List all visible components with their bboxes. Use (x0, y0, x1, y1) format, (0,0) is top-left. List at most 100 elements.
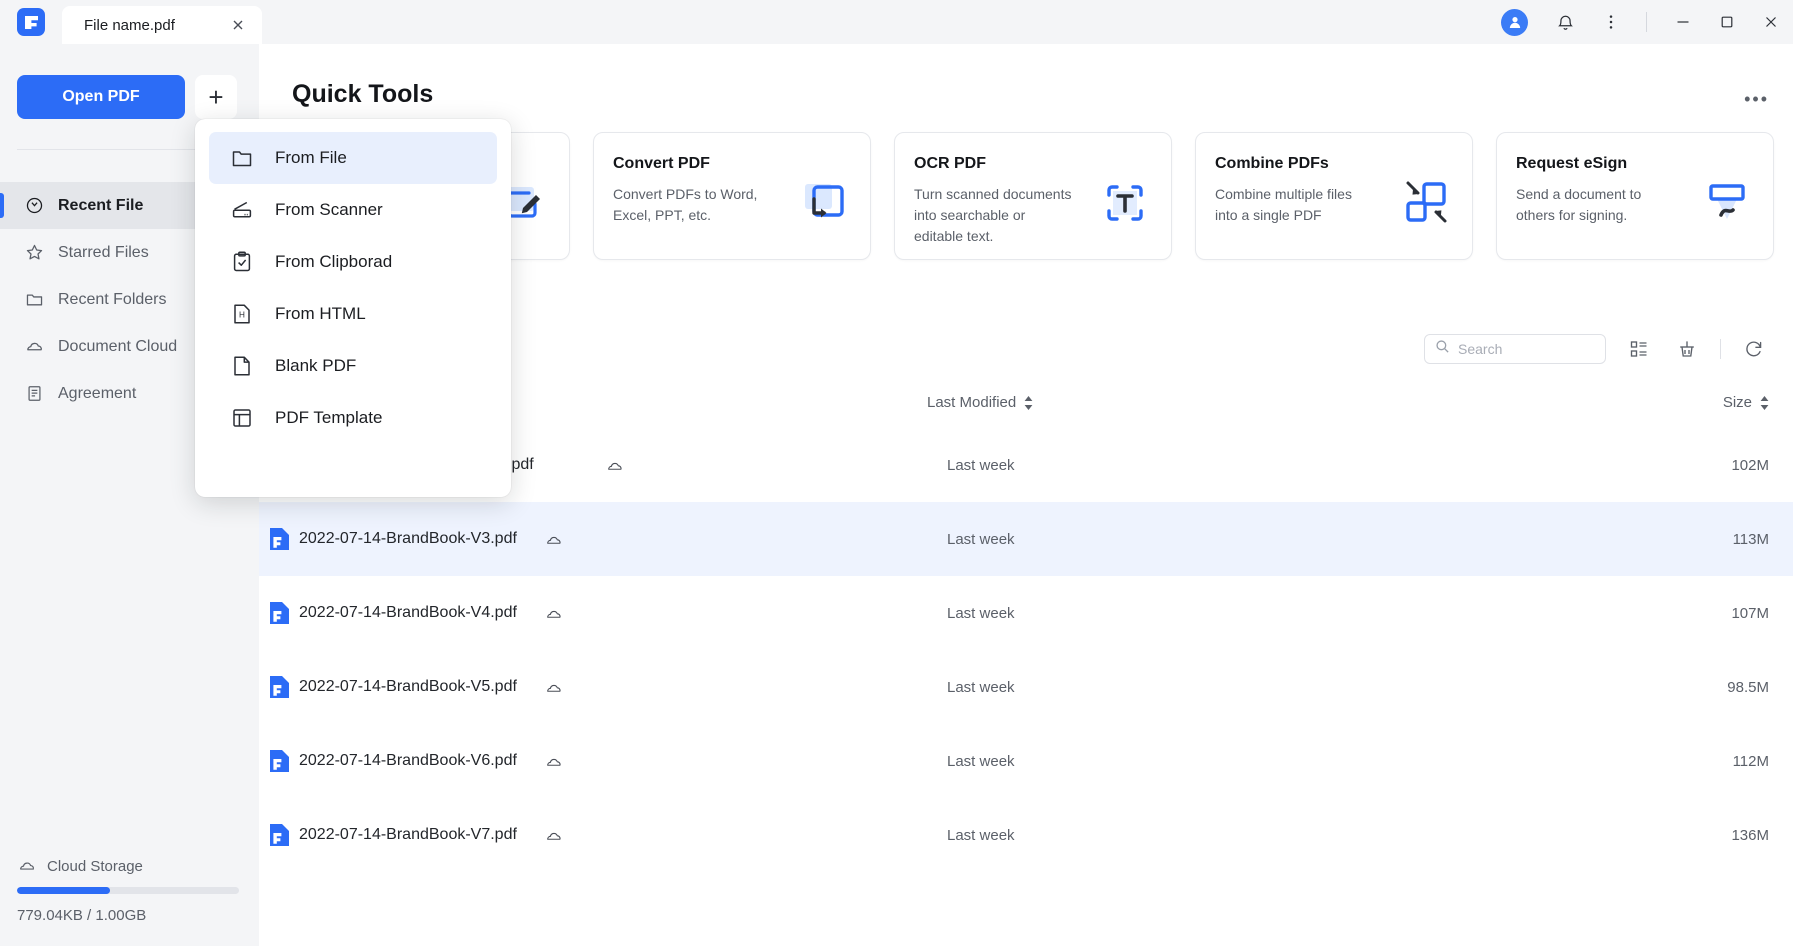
combine-pdfs-icon (1398, 175, 1454, 231)
sort-arrows-icon (1760, 395, 1769, 410)
refresh-icon[interactable] (1739, 334, 1769, 364)
sidebar-item-label: Starred Files (58, 243, 149, 261)
open-pdf-button[interactable]: Open PDF (17, 75, 185, 119)
document-tab[interactable]: File name.pdf (62, 6, 262, 44)
card-title: Convert PDF (613, 155, 710, 172)
menu-item-from-clipboard[interactable]: From Clipborad (209, 236, 497, 288)
quick-tool-card-ocr-pdf[interactable]: OCR PDF Turn scanned documents into sear… (894, 132, 1172, 260)
sidebar-item-label: Recent Folders (58, 290, 167, 308)
table-row[interactable]: 2022-07-14-BrandBook-V6.pdf Last week 11… (259, 724, 1793, 798)
list-view-icon[interactable] (1624, 334, 1654, 364)
pdf-file-icon (270, 750, 289, 772)
quick-tool-card-convert-pdf[interactable]: Convert PDF Convert PDFs to Word, Excel,… (593, 132, 871, 260)
file-last-modified: Last week (947, 752, 1015, 770)
card-title: OCR PDF (914, 155, 986, 172)
card-title: Request eSign (1516, 155, 1628, 172)
column-header-last-modified[interactable]: Last Modified (927, 394, 1033, 411)
cloud-sync-icon (607, 458, 624, 472)
quick-tools-more-icon[interactable]: ••• (1744, 89, 1769, 110)
template-icon (229, 405, 255, 431)
file-size: 102M (1731, 456, 1769, 474)
card-description: Turn scanned documents into searchable o… (914, 186, 1072, 244)
cloud-storage-header[interactable]: Cloud Storage (17, 856, 247, 876)
file-list-toolbar (1424, 334, 1769, 364)
window-close-icon[interactable] (1749, 0, 1793, 44)
menu-item-label: PDF Template (275, 408, 383, 427)
folder-icon (23, 289, 45, 311)
quick-tool-card-combine-pdfs[interactable]: Combine PDFs Combine multiple files into… (1195, 132, 1473, 260)
cloud-storage-label: Cloud Storage (47, 857, 143, 875)
cloud-sync-icon (546, 828, 563, 842)
cloud-icon (17, 856, 37, 876)
notification-bell-icon[interactable] (1550, 7, 1580, 37)
pdf-file-icon (270, 676, 289, 698)
card-description: Combine multiple files into a single PDF (1215, 186, 1352, 223)
menu-item-blank-pdf[interactable]: Blank PDF (209, 340, 497, 392)
file-last-modified: Last week (947, 604, 1015, 622)
html-file-icon: H (229, 301, 255, 327)
sidebar-item-label: Document Cloud (58, 337, 178, 355)
document-lines-icon (23, 383, 45, 405)
create-pdf-dropdown-menu: From File From Scanner From Clipborad H (195, 119, 511, 497)
scanner-icon (229, 197, 255, 223)
column-header-size[interactable]: Size (1723, 394, 1769, 411)
menu-item-from-html[interactable]: H From HTML (209, 288, 497, 340)
cloud-storage-section: Cloud Storage 779.04KB / 1.00GB (17, 856, 247, 924)
menu-item-label: From File (275, 148, 347, 167)
table-row[interactable]: 2022-07-14-BrandBook-V7.pdf Last week 13… (259, 798, 1793, 872)
convert-pdf-icon (796, 175, 852, 231)
sidebar-item-label: Agreement (58, 384, 137, 402)
file-name: 2022-07-14-BrandBook-V3.pdf (299, 530, 517, 547)
table-row[interactable]: 2022-07-14-BrandBook-V5.pdf Last week 98… (259, 650, 1793, 724)
file-last-modified: Last week (947, 678, 1015, 696)
sidebar-item-label: Recent File (58, 196, 144, 214)
file-size: 98.5M (1727, 678, 1769, 696)
file-size: 112M (1732, 752, 1769, 770)
toolbar-divider (1720, 339, 1721, 359)
cloud-sync-icon (546, 754, 563, 768)
file-size: 107M (1731, 604, 1769, 622)
file-last-modified: Last week (947, 530, 1015, 548)
svg-text:H: H (239, 311, 245, 320)
page-title: Quick Tools (292, 80, 434, 108)
cloud-storage-progress-fill (17, 887, 111, 894)
minimize-icon[interactable] (1661, 0, 1705, 44)
ocr-pdf-icon (1097, 175, 1153, 231)
file-last-modified: Last week (947, 456, 1015, 474)
menu-item-from-file[interactable]: From File (209, 132, 497, 184)
add-new-button[interactable]: + (195, 75, 237, 119)
maximize-icon[interactable] (1705, 0, 1749, 44)
cloud-sync-icon (546, 606, 563, 620)
cloud-icon (23, 336, 45, 358)
cloud-sync-icon (546, 532, 563, 546)
table-row[interactable]: 2022-07-14-BrandBook-V4.pdf Last week 10… (259, 576, 1793, 650)
clipboard-check-icon (229, 249, 255, 275)
broom-clean-icon[interactable] (1672, 334, 1702, 364)
menu-item-label: Blank PDF (275, 356, 357, 375)
title-bar: File name.pdf (0, 0, 1793, 44)
card-title: Combine PDFs (1215, 155, 1329, 172)
close-icon[interactable] (230, 17, 246, 33)
menu-item-pdf-template[interactable]: PDF Template (209, 392, 497, 444)
cloud-sync-icon (546, 680, 563, 694)
file-name: 2022-07-14-BrandBook-V5.pdf (299, 678, 517, 695)
quick-tool-card-request-esign[interactable]: Request eSign Send a document to others … (1496, 132, 1774, 260)
blank-page-icon (229, 353, 255, 379)
card-description: Send a document to others for signing. (1516, 186, 1642, 223)
menu-item-label: From Clipborad (275, 252, 393, 271)
app-logo-icon (17, 8, 45, 36)
table-row[interactable]: 2022-07-14-BrandBook-V3.pdf Last week 11… (259, 502, 1793, 576)
window-controls (1501, 0, 1793, 44)
column-header-label: Last Modified (927, 394, 1017, 411)
menu-item-from-scanner[interactable]: From Scanner (209, 184, 497, 236)
user-avatar-icon[interactable] (1501, 8, 1528, 36)
menu-item-label: From Scanner (275, 200, 383, 219)
search-input[interactable] (1458, 341, 1588, 357)
more-vertical-icon[interactable] (1596, 7, 1626, 37)
card-description: Convert PDFs to Word, Excel, PPT, etc. (613, 186, 758, 223)
pdf-file-icon (270, 824, 289, 846)
file-last-modified: Last week (947, 826, 1015, 844)
search-box[interactable] (1424, 334, 1606, 364)
file-size: 113M (1732, 530, 1769, 548)
search-icon (1435, 339, 1450, 359)
